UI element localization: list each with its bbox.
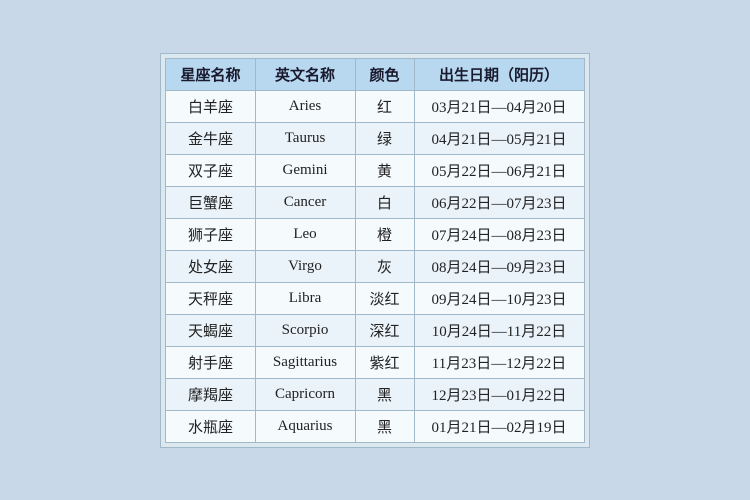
dates-cell: 10月24日—11月22日	[414, 314, 584, 346]
color-cell: 黑	[355, 410, 414, 442]
table-row: 巨蟹座Cancer白06月22日—07月23日	[166, 186, 584, 218]
color-cell: 淡红	[355, 282, 414, 314]
dates-cell: 07月24日—08月23日	[414, 218, 584, 250]
dates-cell: 04月21日—05月21日	[414, 122, 584, 154]
color-cell: 白	[355, 186, 414, 218]
table-row: 金牛座Taurus绿04月21日—05月21日	[166, 122, 584, 154]
table-body: 白羊座Aries红03月21日—04月20日金牛座Taurus绿04月21日—0…	[166, 90, 584, 442]
chinese-name-cell: 白羊座	[166, 90, 255, 122]
table-row: 射手座Sagittarius紫红11月23日—12月22日	[166, 346, 584, 378]
color-cell: 绿	[355, 122, 414, 154]
color-cell: 灰	[355, 250, 414, 282]
english-name-cell: Cancer	[255, 186, 355, 218]
table-row: 天蝎座Scorpio深红10月24日—11月22日	[166, 314, 584, 346]
chinese-name-cell: 射手座	[166, 346, 255, 378]
zodiac-table: 星座名称 英文名称 颜色 出生日期（阳历） 白羊座Aries红03月21日—04…	[165, 58, 584, 443]
dates-cell: 05月22日—06月21日	[414, 154, 584, 186]
english-name-cell: Gemini	[255, 154, 355, 186]
table-row: 水瓶座Aquarius黑01月21日—02月19日	[166, 410, 584, 442]
table-row: 双子座Gemini黄05月22日—06月21日	[166, 154, 584, 186]
chinese-name-cell: 水瓶座	[166, 410, 255, 442]
color-cell: 紫红	[355, 346, 414, 378]
english-name-cell: Capricorn	[255, 378, 355, 410]
chinese-name-cell: 狮子座	[166, 218, 255, 250]
english-name-cell: Scorpio	[255, 314, 355, 346]
color-cell: 红	[355, 90, 414, 122]
chinese-name-cell: 巨蟹座	[166, 186, 255, 218]
chinese-name-cell: 双子座	[166, 154, 255, 186]
color-cell: 黑	[355, 378, 414, 410]
table-row: 处女座Virgo灰08月24日—09月23日	[166, 250, 584, 282]
english-name-cell: Aries	[255, 90, 355, 122]
table-row: 狮子座Leo橙07月24日—08月23日	[166, 218, 584, 250]
zodiac-table-container: 星座名称 英文名称 颜色 出生日期（阳历） 白羊座Aries红03月21日—04…	[160, 53, 589, 448]
table-row: 摩羯座Capricorn黑12月23日—01月22日	[166, 378, 584, 410]
dates-cell: 03月21日—04月20日	[414, 90, 584, 122]
english-name-cell: Aquarius	[255, 410, 355, 442]
english-name-cell: Taurus	[255, 122, 355, 154]
dates-cell: 09月24日—10月23日	[414, 282, 584, 314]
header-color: 颜色	[355, 58, 414, 90]
chinese-name-cell: 天秤座	[166, 282, 255, 314]
english-name-cell: Sagittarius	[255, 346, 355, 378]
english-name-cell: Virgo	[255, 250, 355, 282]
chinese-name-cell: 处女座	[166, 250, 255, 282]
header-english-name: 英文名称	[255, 58, 355, 90]
dates-cell: 11月23日—12月22日	[414, 346, 584, 378]
color-cell: 深红	[355, 314, 414, 346]
color-cell: 黄	[355, 154, 414, 186]
dates-cell: 08月24日—09月23日	[414, 250, 584, 282]
table-header-row: 星座名称 英文名称 颜色 出生日期（阳历）	[166, 58, 584, 90]
chinese-name-cell: 金牛座	[166, 122, 255, 154]
chinese-name-cell: 天蝎座	[166, 314, 255, 346]
color-cell: 橙	[355, 218, 414, 250]
table-row: 天秤座Libra淡红09月24日—10月23日	[166, 282, 584, 314]
table-row: 白羊座Aries红03月21日—04月20日	[166, 90, 584, 122]
dates-cell: 12月23日—01月22日	[414, 378, 584, 410]
header-chinese-name: 星座名称	[166, 58, 255, 90]
dates-cell: 01月21日—02月19日	[414, 410, 584, 442]
english-name-cell: Leo	[255, 218, 355, 250]
english-name-cell: Libra	[255, 282, 355, 314]
dates-cell: 06月22日—07月23日	[414, 186, 584, 218]
chinese-name-cell: 摩羯座	[166, 378, 255, 410]
header-dates: 出生日期（阳历）	[414, 58, 584, 90]
